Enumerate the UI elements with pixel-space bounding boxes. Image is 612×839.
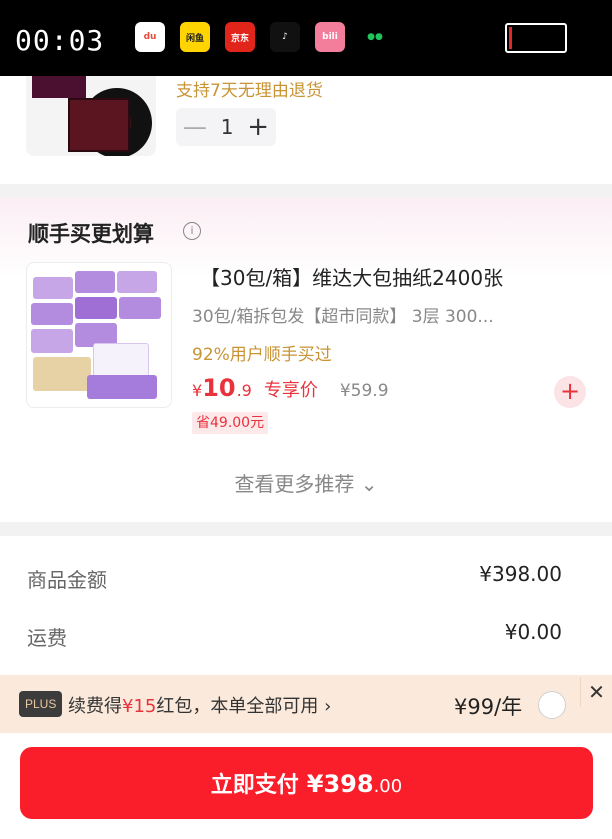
- price-integer: 10: [202, 374, 236, 402]
- section-divider: [0, 184, 612, 198]
- chevron-right-icon: ›: [324, 696, 332, 717]
- increase-button[interactable]: +: [247, 112, 269, 142]
- cart-product: 支持7天无理由退货 — 1 +: [0, 76, 612, 184]
- recommend-product-spec: 30包/箱拆包发【超市同款】 3层 300...: [192, 307, 494, 327]
- checkout-footer: 立即支付 ¥398 .00: [0, 733, 612, 839]
- plus-select-checkbox[interactable]: [538, 691, 566, 719]
- pay-amount-decimal: .00: [373, 776, 403, 797]
- plus-membership-bar[interactable]: PLUS 续费得¥15红包，本单全部可用 › ¥99/年: [0, 675, 612, 733]
- see-more-recommendations-link[interactable]: 查看更多推荐 ⌄: [0, 468, 612, 497]
- decrease-button[interactable]: —: [183, 113, 207, 141]
- clock: 00:03: [15, 24, 105, 57]
- status-bar: 00:03 du 闲鱼 京东 ♪ bili ●●: [0, 0, 612, 76]
- recommend-section: 顺手买更划算 i 【30包/箱】维达大包抽纸2400张 30包/箱拆包发【超市同…: [0, 198, 612, 522]
- pay-label: 立即支付: [210, 773, 299, 798]
- bilibili-app-icon: bili: [315, 22, 345, 52]
- wechat-app-icon: ●●: [360, 22, 390, 52]
- xianyu-app-icon: 闲鱼: [180, 22, 210, 52]
- shipping-row: 运费 ¥0.00: [0, 614, 612, 654]
- battery-icon: [505, 23, 567, 53]
- social-proof-text: 92%用户顺手买过: [192, 345, 332, 365]
- quantity-value[interactable]: 1: [221, 115, 234, 139]
- price-row: ¥ 10 .9 专享价 ¥59.9: [192, 374, 389, 402]
- douyin-app-icon: ♪: [270, 22, 300, 52]
- original-price: ¥59.9: [339, 381, 389, 401]
- plus-promo-text: 续费得¥15红包，本单全部可用 ›: [68, 696, 332, 717]
- add-to-cart-button[interactable]: +: [554, 376, 586, 408]
- currency-symbol: ¥: [192, 381, 203, 400]
- quantity-stepper: — 1 +: [176, 108, 276, 146]
- pay-amount: ¥398: [306, 770, 374, 798]
- product-image[interactable]: [26, 76, 156, 156]
- pay-now-button[interactable]: 立即支付 ¥398 .00: [20, 747, 593, 819]
- recommend-product-name[interactable]: 【30包/箱】维达大包抽纸2400张: [200, 262, 503, 291]
- plus-badge: PLUS: [19, 691, 63, 717]
- dewu-app-icon: du: [135, 22, 165, 52]
- section-title: 顺手买更划算: [28, 222, 154, 246]
- close-icon[interactable]: ✕: [580, 677, 612, 707]
- goods-amount-value: ¥398.00: [479, 562, 562, 586]
- plus-price: ¥99/年: [454, 695, 523, 719]
- section-divider: [0, 522, 612, 536]
- jd-app-icon: 京东: [225, 22, 255, 52]
- shipping-label: 运费: [27, 626, 67, 650]
- recommend-product-image[interactable]: [26, 262, 172, 408]
- goods-amount-label: 商品金额: [27, 568, 107, 592]
- exclusive-price-label: 专享价: [263, 380, 318, 401]
- savings-badge: 省49.00元: [192, 412, 269, 434]
- return-policy-note: 支持7天无理由退货: [176, 81, 323, 101]
- shipping-value: ¥0.00: [504, 620, 562, 644]
- info-icon[interactable]: i: [183, 222, 201, 240]
- goods-amount-row: 商品金额 ¥398.00: [0, 556, 612, 596]
- price-decimal: .9: [236, 381, 252, 400]
